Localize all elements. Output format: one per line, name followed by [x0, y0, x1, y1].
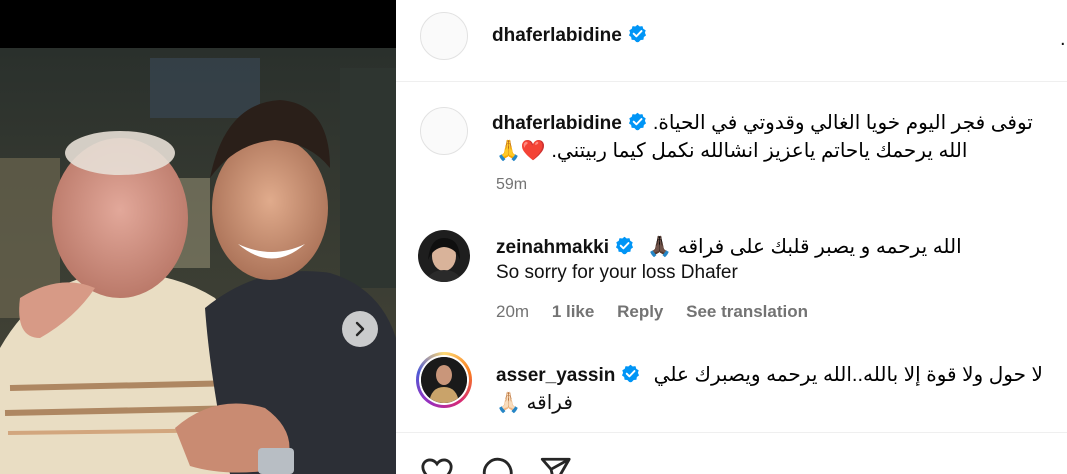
comment-text-english: So sorry for your loss Dhafer: [496, 262, 738, 283]
caption-author-avatar[interactable]: [420, 107, 468, 155]
comment-likes[interactable]: 1 like: [552, 302, 595, 321]
comment-username[interactable]: zeinahmakki: [496, 237, 609, 258]
avatar-photo: [421, 357, 467, 403]
post-caption: dhaferlabidine توفى فجر اليوم خويا الغالي…: [396, 82, 1067, 210]
comment-meta: 20m 1 like Reply See translation: [496, 302, 826, 322]
caption-text-1: توفى فجر اليوم خويا الغالي وقدوتي في الح…: [652, 112, 1033, 134]
post-header: dhaferlabidine ...: [396, 0, 1067, 82]
post-details: dhaferlabidine ... dhaferlabidine توفى فج…: [396, 0, 1067, 474]
verified-badge-icon: [628, 24, 646, 43]
verified-badge-icon: [622, 364, 640, 383]
share-icon[interactable]: [538, 455, 572, 474]
comment-text-line-1: لا حول ولا قوة إلا بالله..الله يرحمه ويص…: [653, 364, 1043, 386]
author-username-text[interactable]: dhaferlabidine: [492, 25, 622, 46]
caption-line-1: dhaferlabidine توفى فجر اليوم خويا الغالي…: [492, 110, 1033, 135]
chevron-right-icon: [355, 321, 365, 337]
caption-timestamp[interactable]: 59m: [496, 176, 527, 194]
verified-badge-icon: [628, 112, 646, 131]
author-username[interactable]: dhaferlabidine: [492, 24, 647, 47]
comment-item: asser_yassin لا حول ولا قوة إلا بالله..ا…: [396, 348, 1067, 432]
comment-text-arabic: الله يرحمه و يصبر قلبك على فراقه 🙏🏿: [647, 236, 962, 258]
heart-icon[interactable]: [420, 455, 454, 474]
photo-top-bar: [0, 0, 396, 48]
post-image: [0, 48, 396, 474]
comment-text-line-2: فراقه 🙏🏻: [496, 392, 573, 414]
post-action-bar: [396, 432, 1067, 474]
comment-timestamp[interactable]: 20m: [496, 302, 529, 321]
avatar-photo: [418, 230, 470, 282]
reply-button[interactable]: Reply: [617, 302, 663, 321]
commenter-avatar-story-ring[interactable]: [416, 352, 472, 408]
caption-text-2: الله يرحمك ياحاتم ياعزيز انشالله نكمل كي…: [496, 140, 968, 162]
see-translation-button[interactable]: See translation: [686, 302, 808, 321]
post-photo[interactable]: [0, 0, 396, 474]
comment-icon[interactable]: [480, 455, 514, 474]
verified-badge-icon: [615, 236, 634, 255]
comment-item: zeinahmakki الله يرحمه و يصبر قلبك على ف…: [396, 220, 1067, 340]
caption-username[interactable]: dhaferlabidine: [492, 113, 622, 134]
comment-header: asser_yassin لا حول ولا قوة إلا بالله..ا…: [496, 362, 1043, 387]
author-avatar[interactable]: [420, 12, 468, 60]
comment-header: zeinahmakki الله يرحمه و يصبر قلبك على ف…: [496, 234, 962, 259]
commenter-avatar[interactable]: [418, 230, 470, 282]
more-options-icon[interactable]: ...: [1060, 28, 1067, 51]
comment-username[interactable]: asser_yassin: [496, 365, 615, 386]
next-photo-button[interactable]: [342, 311, 378, 347]
